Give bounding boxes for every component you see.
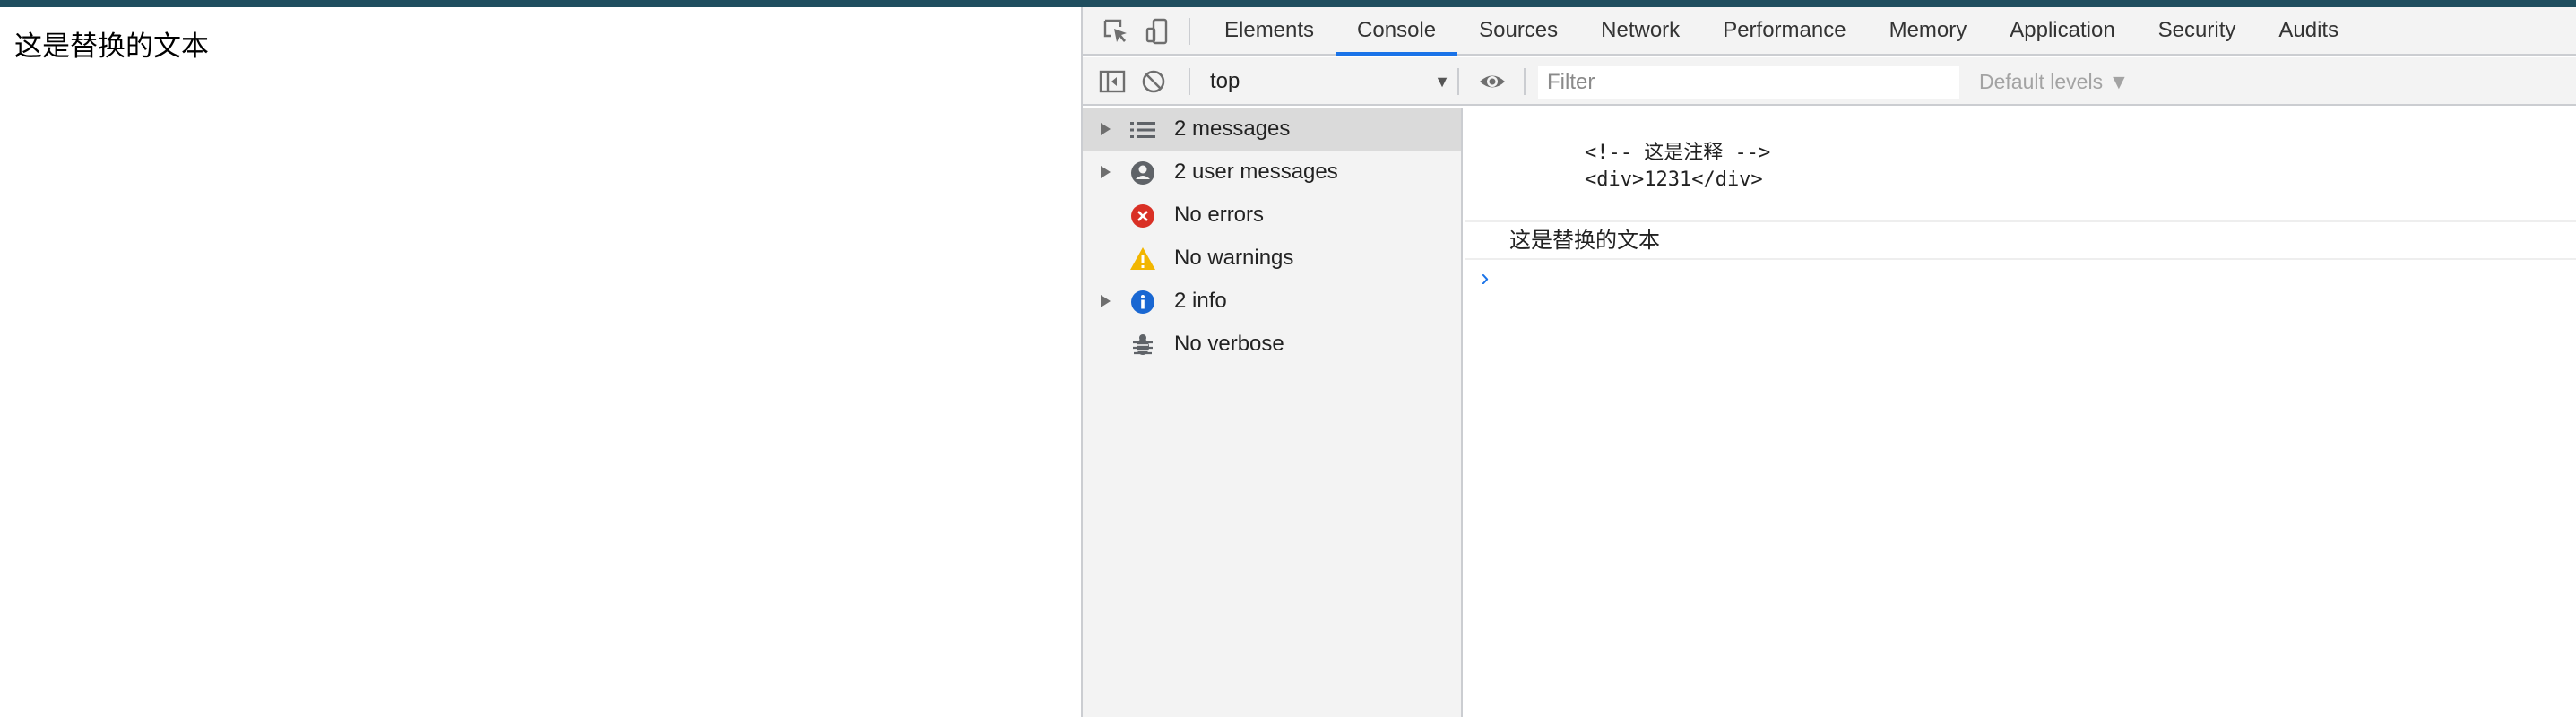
- list-icon: [1129, 117, 1156, 143]
- tab-application[interactable]: Application: [1988, 7, 2136, 56]
- info-icon: [1129, 289, 1156, 315]
- eye-icon[interactable]: [1477, 66, 1508, 97]
- tab-audits[interactable]: Audits: [2257, 7, 2360, 56]
- sidebar-item-label: No verbose: [1174, 332, 1284, 356]
- tab-memory[interactable]: Memory: [1868, 7, 1989, 56]
- console-toolbar: top ▼ Default levels ▼: [1083, 57, 2576, 106]
- page-viewport: 这是替换的文本: [0, 7, 1081, 717]
- console-prompt[interactable]: ›: [1481, 260, 1489, 296]
- tab-console[interactable]: Console: [1336, 7, 1458, 56]
- tab-sources[interactable]: Sources: [1457, 7, 1579, 56]
- expand-arrow-icon[interactable]: [1101, 123, 1111, 135]
- sidebar-item-label: No warnings: [1174, 246, 1294, 270]
- inspect-element-icon[interactable]: [1101, 16, 1131, 47]
- expand-arrow-icon[interactable]: [1101, 166, 1111, 178]
- log-levels-dropdown[interactable]: Default levels ▼: [1979, 66, 2129, 97]
- sidebar-item-label: 2 user messages: [1174, 160, 1338, 184]
- devtools-panel: Elements Console Sources Network Perform…: [1081, 7, 2576, 717]
- error-icon: [1129, 203, 1156, 229]
- filter-input[interactable]: [1538, 66, 1959, 99]
- tab-performance[interactable]: Performance: [1701, 7, 1867, 56]
- console-message: <!-- 这是注释 --> <div>1231</div>: [1465, 108, 2576, 222]
- context-selector-value: top: [1210, 69, 1240, 93]
- sidebar-item-label: 2 messages: [1174, 117, 1291, 141]
- device-toolbar-icon[interactable]: [1142, 16, 1172, 47]
- console-message-text: 这是替换的文本: [1509, 229, 1660, 253]
- console-message-code: <!-- 这是注释 --> <div>1231</div>: [1585, 142, 1771, 191]
- clear-console-icon[interactable]: [1138, 66, 1169, 97]
- sidebar-item-label: 2 info: [1174, 289, 1227, 313]
- toolbar-divider: [1189, 68, 1190, 95]
- sidebar-toggle-icon[interactable]: [1097, 66, 1128, 97]
- toolbar-divider: [1524, 68, 1526, 95]
- tab-network[interactable]: Network: [1579, 7, 1701, 56]
- warning-icon: [1129, 246, 1156, 272]
- sidebar-item-errors[interactable]: No errors: [1083, 194, 1461, 237]
- sidebar-item-messages[interactable]: 2 messages: [1083, 108, 1461, 151]
- console-message: 这是替换的文本: [1465, 222, 2576, 260]
- window-top-bar: [0, 0, 2576, 7]
- console-output: <!-- 这是注释 --> <div>1231</div> 这是替换的文本 ›: [1465, 108, 2576, 717]
- sidebar-item-user-messages[interactable]: 2 user messages: [1083, 151, 1461, 194]
- sidebar-item-info[interactable]: 2 info: [1083, 280, 1461, 323]
- context-selector[interactable]: top ▼: [1210, 66, 1450, 97]
- tab-security[interactable]: Security: [2137, 7, 2258, 56]
- sidebar-item-label: No errors: [1174, 203, 1265, 227]
- toolbar-divider: [1189, 18, 1190, 45]
- devtools-tabbar: Elements Console Sources Network Perform…: [1083, 7, 2576, 56]
- devtools-tabs: Elements Console Sources Network Perform…: [1203, 7, 2360, 56]
- user-icon: [1129, 160, 1156, 186]
- tab-elements[interactable]: Elements: [1203, 7, 1336, 56]
- console-sidebar: 2 messages 2 user messages No errors No …: [1083, 108, 1463, 717]
- sidebar-item-verbose[interactable]: No verbose: [1083, 323, 1461, 366]
- bug-icon: [1129, 332, 1156, 358]
- toolbar-divider: [1457, 68, 1459, 95]
- expand-arrow-icon[interactable]: [1101, 295, 1111, 307]
- chevron-down-icon: ▼: [1434, 73, 1450, 91]
- page-text: 这是替换的文本: [14, 30, 209, 62]
- sidebar-item-warnings[interactable]: No warnings: [1083, 237, 1461, 280]
